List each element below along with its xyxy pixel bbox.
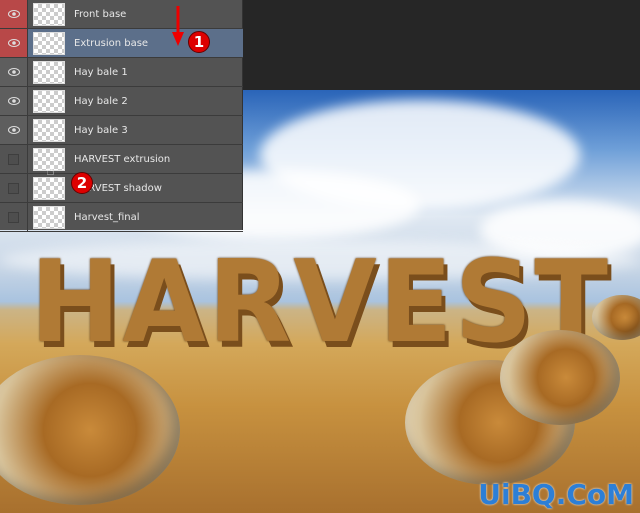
layer-row[interactable]: Hay bale 3: [0, 116, 243, 145]
layer-name: Hay bale 3: [74, 124, 128, 136]
layer-thumbnail[interactable]: [33, 31, 65, 55]
layer-name: Hay bale 2: [74, 95, 128, 107]
layer-row[interactable]: Harvest_final: [0, 203, 243, 232]
layer-name: Front base: [74, 8, 127, 20]
layer-row[interactable]: Hay bale 2: [0, 87, 243, 116]
step-1-badge: 1: [188, 31, 210, 53]
eye-icon[interactable]: [0, 0, 28, 28]
step-2-badge: 2: [71, 172, 93, 194]
layer-name: Extrusion base: [74, 37, 149, 49]
hand-cursor-icon: ☝: [46, 163, 55, 179]
visibility-toggle[interactable]: [0, 174, 28, 202]
eye-icon[interactable]: [0, 58, 28, 86]
layer-thumbnail[interactable]: [33, 60, 65, 84]
hay-bale: [0, 355, 180, 505]
arrow-down-icon: [172, 6, 184, 46]
layer-name: Harvest_final: [74, 211, 140, 223]
watermark: UiBQ.CoM: [478, 478, 634, 511]
layer-thumbnail[interactable]: [33, 205, 65, 229]
visibility-toggle[interactable]: [0, 203, 28, 231]
layer-row[interactable]: Front base: [0, 0, 243, 29]
layer-thumbnail[interactable]: [33, 118, 65, 142]
layer-name: Hay bale 1: [74, 66, 128, 78]
eye-icon[interactable]: [0, 116, 28, 144]
layer-name: HARVEST extrusion: [74, 153, 171, 165]
hay-bale: [500, 330, 620, 425]
eye-icon[interactable]: [0, 87, 28, 115]
layer-row[interactable]: HARVEST extrusion: [0, 145, 243, 174]
layer-row[interactable]: HARVEST shadow: [0, 174, 243, 203]
layer-thumbnail[interactable]: [33, 176, 65, 200]
layer-row[interactable]: Hay bale 1: [0, 58, 243, 87]
visibility-toggle[interactable]: [0, 145, 28, 173]
eye-icon[interactable]: [0, 29, 28, 57]
layer-thumbnail[interactable]: [33, 2, 65, 26]
layer-thumbnail[interactable]: [33, 89, 65, 113]
